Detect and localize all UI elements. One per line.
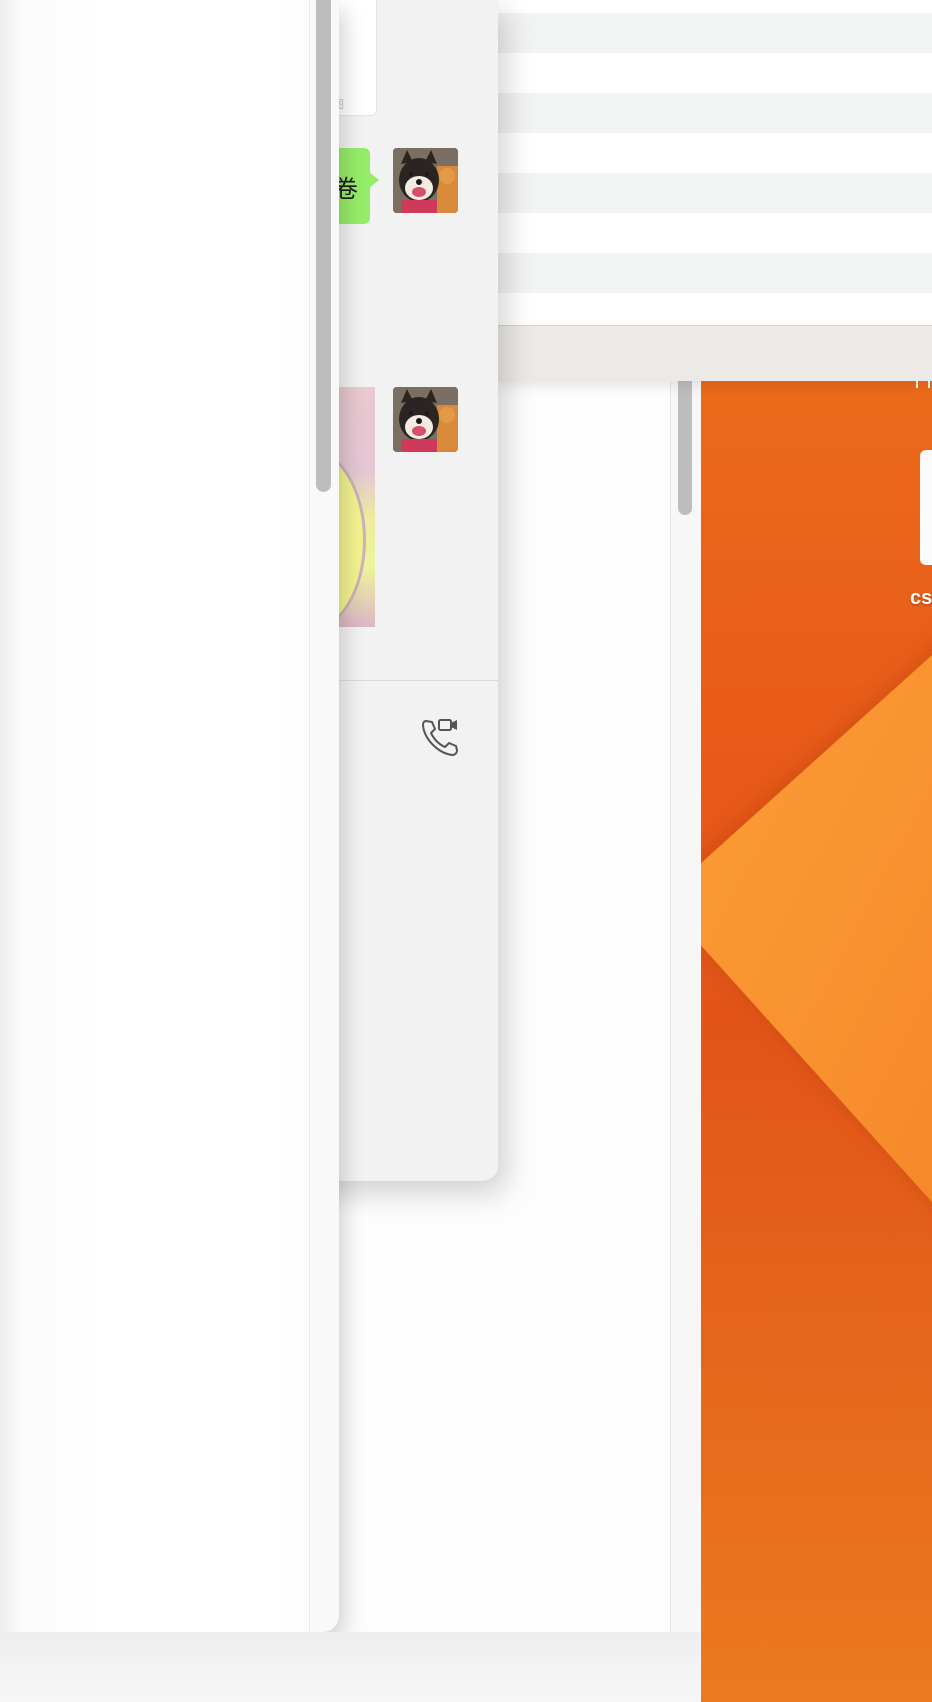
main-window bbox=[0, 0, 338, 1632]
table-row[interactable] bbox=[498, 53, 932, 93]
desktop-icon-label[interactable]: cs bbox=[910, 587, 932, 610]
table-row[interactable] bbox=[498, 293, 932, 324]
table-row[interactable] bbox=[498, 173, 932, 213]
shiba-cat-avatar-icon bbox=[393, 387, 458, 452]
table-window bbox=[498, 0, 932, 381]
table-window-footer bbox=[498, 325, 932, 381]
video-call-button[interactable] bbox=[420, 715, 464, 759]
wallpaper-fold bbox=[700, 618, 932, 1569]
table-row[interactable] bbox=[498, 213, 932, 253]
user-avatar[interactable] bbox=[393, 387, 458, 452]
main-window-scroll-thumb[interactable] bbox=[316, 0, 331, 492]
shiba-cat-avatar-icon bbox=[393, 148, 458, 213]
background-window-scrollbar[interactable] bbox=[670, 360, 701, 1702]
desktop-bottom-area bbox=[0, 1632, 700, 1702]
table-row[interactable] bbox=[498, 133, 932, 173]
table-row[interactable] bbox=[498, 13, 932, 53]
desktop-widget-card[interactable] bbox=[920, 450, 932, 565]
table-row[interactable] bbox=[498, 93, 932, 133]
user-avatar[interactable] bbox=[393, 148, 458, 213]
table-row[interactable] bbox=[498, 253, 932, 293]
chat-bubble-tail bbox=[369, 172, 379, 188]
background-window-scroll-thumb[interactable] bbox=[678, 365, 692, 515]
phone-video-call-icon bbox=[422, 719, 458, 756]
